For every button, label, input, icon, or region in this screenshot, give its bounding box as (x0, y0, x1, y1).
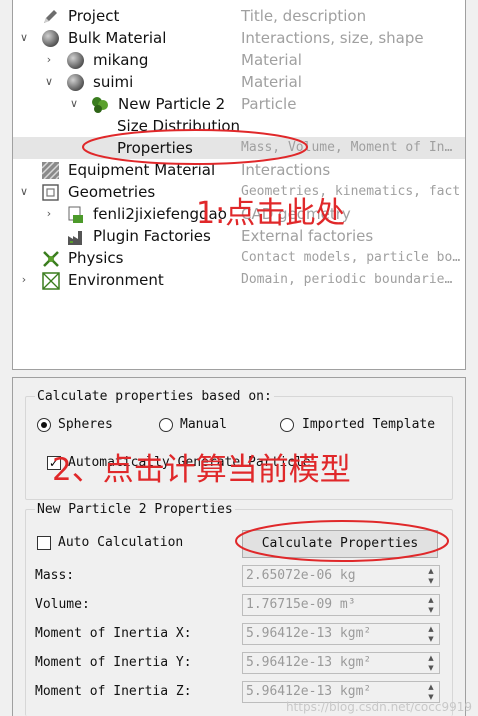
annotation-ellipse-calculate (235, 520, 449, 562)
annotation-step2: 2、点击计算当前模型 (52, 452, 351, 488)
watermark: https://blog.csdn.net/cocc9919 (285, 700, 472, 714)
annotation-ellipse-properties (82, 129, 308, 165)
annotation-overlay (82, 129, 449, 562)
annotation-step1: 1:点击此处 (196, 196, 346, 231)
